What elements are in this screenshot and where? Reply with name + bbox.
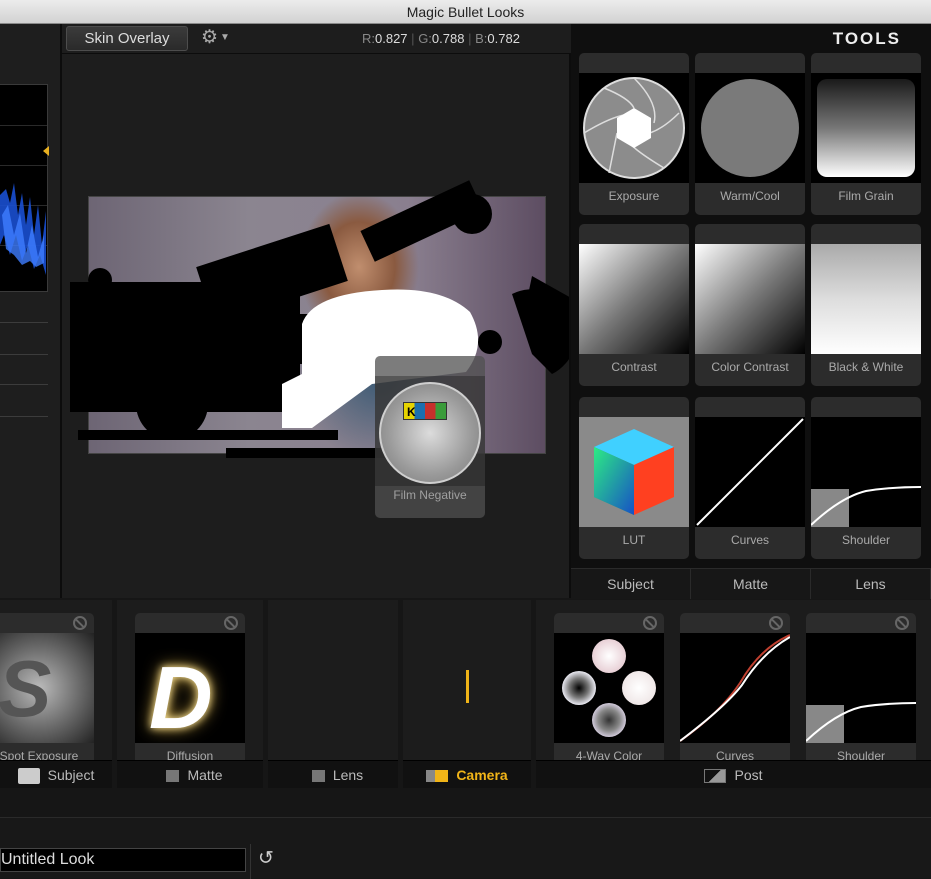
tool-label: Warm/Cool xyxy=(720,189,780,203)
scope-level-marker[interactable] xyxy=(43,146,49,156)
disable-icon[interactable] xyxy=(73,616,87,630)
contrast-thumbnail xyxy=(579,244,689,354)
r-label: R: xyxy=(362,31,375,46)
image-viewer[interactable]: K Film Negative xyxy=(62,54,571,598)
tool-black-white[interactable]: Black & White xyxy=(811,224,921,386)
lens-camera-icon xyxy=(302,770,325,783)
stage-camera[interactable]: Camera xyxy=(403,600,531,788)
tool-exposure[interactable]: Exposure xyxy=(579,53,689,215)
tool-label: Contrast xyxy=(611,360,657,374)
tab-subject[interactable]: Subject xyxy=(571,569,691,599)
b-label: B: xyxy=(475,31,488,46)
stage-subject[interactable]: S Spot Exposure Subject xyxy=(0,600,112,788)
skin-overlay-button[interactable]: Skin Overlay xyxy=(66,26,188,51)
chain-tool-spot-exposure[interactable]: S Spot Exposure xyxy=(0,613,94,775)
tool-chain: S Spot Exposure Subject D Diffusion Matt… xyxy=(0,600,931,790)
tab-matte[interactable]: Matte xyxy=(691,569,811,599)
four-way-color-thumbnail xyxy=(554,633,664,743)
skin-overlay-mask xyxy=(70,180,569,458)
tool-color-contrast[interactable]: Color Contrast xyxy=(695,224,805,386)
waveform-trace xyxy=(0,183,46,275)
diffusion-thumbnail: D xyxy=(135,633,245,743)
dragging-tool-film-negative[interactable]: K Film Negative xyxy=(375,356,485,518)
r-value: 0.827 xyxy=(375,31,408,46)
stage-label-matte: Matte xyxy=(117,760,263,788)
warm-cool-thumbnail xyxy=(695,73,805,183)
film-letter: K xyxy=(407,405,416,419)
tool-film-grain[interactable]: Film Grain xyxy=(811,53,921,215)
chain-tool-4-way-color[interactable]: 4-Way Color xyxy=(554,613,664,775)
color-contrast-thumbnail xyxy=(695,244,805,354)
gear-icon[interactable]: ⚙ ▼ xyxy=(201,26,241,50)
tool-contrast[interactable]: Contrast xyxy=(579,224,689,386)
stage-label-subject: Subject xyxy=(0,760,112,788)
chain-tool-diffusion[interactable]: D Diffusion xyxy=(135,613,245,775)
spot-exposure-letter: S xyxy=(0,644,52,733)
reset-icon[interactable]: ↺ xyxy=(258,848,280,870)
viewer-toolbar: Skin Overlay ⚙ ▼ R:0.827 | G:0.788 | B:0.… xyxy=(62,24,571,54)
tab-lens[interactable]: Lens xyxy=(811,569,931,599)
disable-icon[interactable] xyxy=(643,616,657,630)
bottom-bar: Untitled Look ↺ xyxy=(0,817,931,879)
tool-label: LUT xyxy=(622,533,646,547)
matte-camera-icon xyxy=(157,770,180,783)
film-strip-icon: K xyxy=(403,402,447,420)
tools-title: TOOLS xyxy=(832,29,901,48)
post-shoulder-thumbnail xyxy=(806,633,916,743)
color-cube-icon xyxy=(594,429,674,515)
window-title: Magic Bullet Looks xyxy=(0,0,931,24)
lut-thumbnail xyxy=(579,417,689,527)
post-curves-thumbnail xyxy=(680,633,790,743)
b-value: 0.782 xyxy=(487,31,520,46)
disable-icon[interactable] xyxy=(895,616,909,630)
tool-warm-cool[interactable]: Warm/Cool xyxy=(695,53,805,215)
drop-insertion-marker xyxy=(466,670,469,703)
tool-lut[interactable]: LUT xyxy=(579,397,689,559)
tool-label: Film Grain xyxy=(838,189,894,203)
chain-tool-shoulder[interactable]: Shoulder xyxy=(806,613,916,775)
tool-label: Film Negative xyxy=(393,488,467,502)
film-reel-icon xyxy=(379,382,481,484)
tool-curves[interactable]: Curves xyxy=(695,397,805,559)
chain-tool-curves[interactable]: Curves xyxy=(680,613,790,775)
look-name-field[interactable]: Untitled Look xyxy=(0,848,246,872)
post-icon xyxy=(704,769,727,784)
film-grain-thumbnail xyxy=(811,73,921,183)
spot-exposure-thumbnail: S xyxy=(0,633,94,743)
stage-matte[interactable]: D Diffusion Matte xyxy=(117,600,263,788)
stage-label-lens: Lens xyxy=(268,760,398,788)
stage-label-camera: Camera xyxy=(403,760,531,788)
tool-label: Curves xyxy=(730,533,769,547)
chevron-down-icon: ▼ xyxy=(220,32,230,43)
exposure-thumbnail xyxy=(579,73,689,183)
tools-panel: TOOLS Exposure Warm/Cool Film Grain Cont… xyxy=(571,24,931,599)
tool-label: Black & White xyxy=(828,360,904,374)
stage-label-post: Post xyxy=(536,760,931,788)
curves-thumbnail xyxy=(695,417,805,527)
disable-icon[interactable] xyxy=(769,616,783,630)
tool-shoulder[interactable]: Shoulder xyxy=(811,397,921,559)
camera-icon xyxy=(426,770,449,783)
disable-icon[interactable] xyxy=(224,616,238,630)
g-label: G: xyxy=(418,31,432,46)
diffusion-letter: D xyxy=(149,648,213,743)
black-white-thumbnail xyxy=(811,244,921,354)
stage-lens[interactable]: Lens xyxy=(268,600,398,788)
tool-label: Exposure xyxy=(608,189,660,203)
tool-label: Shoulder xyxy=(841,533,891,547)
waveform-scope xyxy=(0,84,48,292)
tool-category-tabs: Subject Matte Lens xyxy=(571,568,931,599)
person-icon xyxy=(17,768,40,785)
stage-post[interactable]: 4-Way Color Curves Shoulder Post xyxy=(536,600,931,788)
scopes-panel xyxy=(0,24,62,598)
rgb-readout: R:0.827 | G:0.788 | B:0.782 xyxy=(362,31,520,46)
g-value: 0.788 xyxy=(431,31,465,46)
tool-label: Color Contrast xyxy=(711,360,789,374)
shoulder-thumbnail xyxy=(811,417,921,527)
aperture-icon xyxy=(583,77,685,179)
